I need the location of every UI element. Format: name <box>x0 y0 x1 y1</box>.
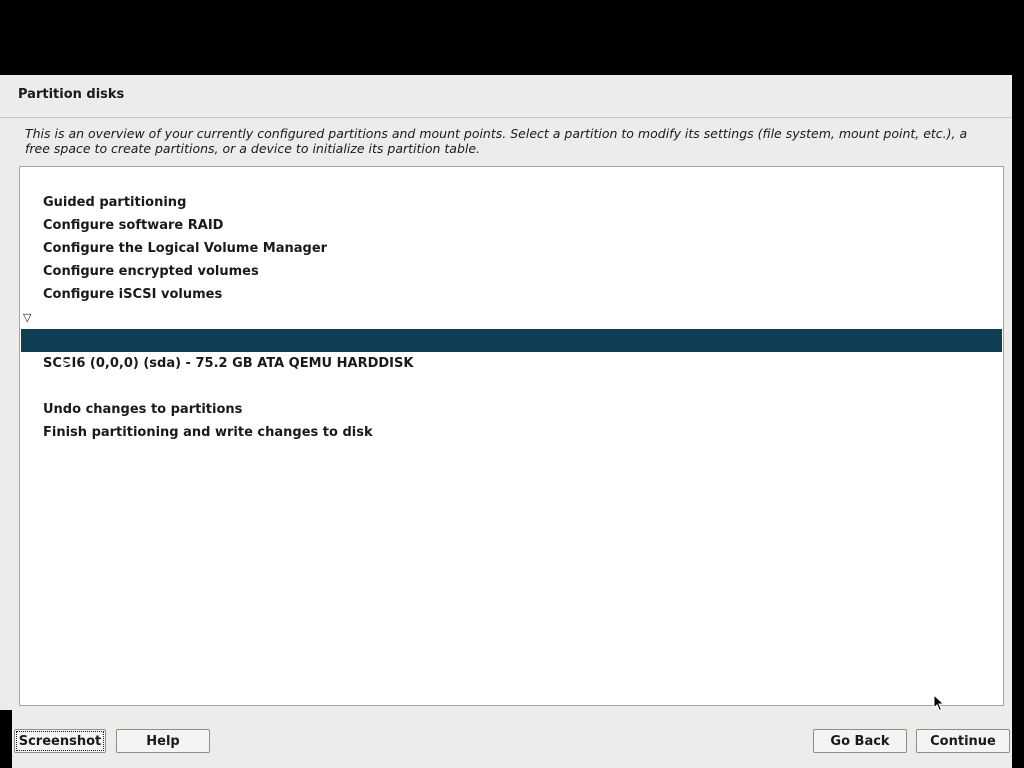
mouse-pointer-icon <box>933 694 945 712</box>
disk-row[interactable]: ▽ SCSI6 (0,0,0) (sda) - 75.2 GB ATA QEMU… <box>21 306 1002 371</box>
menu-item-lvm[interactable]: Configure the Logical Volume Manager <box>21 214 1002 256</box>
title-separator <box>0 117 1012 118</box>
continue-button[interactable]: Continue <box>916 729 1010 753</box>
page-title: Partition disks <box>18 87 125 102</box>
menu-item-label: Configure iSCSI volumes <box>43 287 223 302</box>
selection-marker: > <box>62 356 73 371</box>
menu-item-iscsi-volumes[interactable]: Configure iSCSI volumes <box>21 260 1002 302</box>
menu-item-guided-partitioning[interactable]: Guided partitioning <box>21 168 1002 210</box>
screenshot-button[interactable]: Screenshot <box>14 729 106 753</box>
disk-label: SCSI6 (0,0,0) (sda) - 75.2 GB ATA QEMU H… <box>43 356 414 371</box>
menu-item-undo-changes[interactable]: Undo changes to partitions <box>21 375 1002 417</box>
help-button[interactable]: Help <box>116 729 210 753</box>
partition-usage: crypto <box>348 494 396 509</box>
page-description: This is an overview of your currently co… <box>25 126 968 156</box>
go-back-button[interactable]: Go Back <box>813 729 907 753</box>
screen-edge <box>0 710 12 768</box>
partition-flag-keep: K <box>320 471 331 486</box>
menu-item-encrypted-volumes[interactable]: Configure encrypted volumes <box>21 237 1002 279</box>
partition-status: not active <box>431 517 505 532</box>
expander-triangle-icon[interactable]: ▽ <box>23 306 31 329</box>
menu-item-finish-partitioning[interactable]: Finish partitioning and write changes to… <box>21 398 1002 440</box>
menu-item-software-raid[interactable]: Configure software RAID <box>21 191 1002 233</box>
partition-list[interactable]: Guided partitioning Configure software R… <box>19 166 1004 706</box>
button-bar: Screenshot Help Go Back Continue <box>0 725 1012 768</box>
installer-window: Partition disks This is an overview of y… <box>0 75 1012 768</box>
partition-row[interactable]: > #1 primary 75.2 GB B K crypto not acti… <box>21 329 1002 532</box>
menu-item-label: Finish partitioning and write changes to… <box>43 425 373 440</box>
partition-flag-bootable: B <box>291 448 301 463</box>
